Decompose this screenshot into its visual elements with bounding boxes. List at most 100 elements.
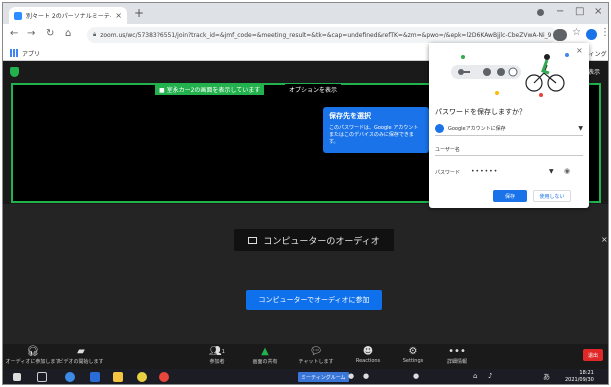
audio-panel-close-icon[interactable]: × [601, 235, 608, 244]
username-label: ユーザー名 [435, 147, 460, 153]
audio-header-label: コンピューターのオーディオ [263, 236, 380, 247]
illus-blue-dot [565, 53, 569, 57]
windows-taskbar: ミーティングルーム ● ● ● ⌂ ♪ あ 18:21 2021/09/30 [3, 369, 608, 384]
minimize-icon[interactable]: − [556, 6, 564, 17]
edge-icon[interactable] [65, 372, 75, 382]
never-save-button[interactable]: 使用しない [533, 190, 571, 202]
settings-control[interactable]: ⚙︎ Settings [388, 345, 438, 364]
tooltip-body: このパスワードは、Google アカウントまたはこのデバイスのみに保存できます。 [329, 125, 419, 145]
save-password-popup: × パスワードを保存しますか？ Googleアカウントに保存 ▼ ユーザー名 パ… [429, 43, 589, 208]
illus-red-dot [539, 93, 543, 97]
close-tab-icon[interactable]: × [115, 11, 122, 20]
window-close-icon[interactable]: × [594, 6, 602, 17]
address-bar[interactable]: 🔒︎ zoom.us/wc/57383?6551/join?track_id=&… [87, 27, 557, 43]
join-audio-control[interactable]: 🎧︎ オーディオに参加します [5, 345, 61, 365]
meeting-controls-bar: 🎧︎ オーディオに参加します ▰ ビデオの開始します 👥︎ 1 参加者 ▲ 画面の… [3, 345, 608, 369]
chat-label: チャットします [298, 359, 334, 365]
reactions-control[interactable]: ☻ Reactions [343, 345, 393, 364]
file-explorer-icon[interactable] [113, 372, 123, 382]
task-view-icon[interactable] [37, 372, 47, 382]
leave-meeting-button[interactable]: 退出 [583, 349, 603, 361]
maximize-icon[interactable]: □ [575, 6, 584, 17]
save-location-value: Googleアカウントに保存 [448, 125, 506, 132]
google-account-icon [435, 123, 444, 133]
illus-dot-1 [483, 68, 491, 76]
sharing-status-label: ■ 室永カー2の画面を表示しています [155, 84, 265, 95]
save-password-button[interactable]: 保存 [493, 190, 527, 202]
lock-icon[interactable]: 🔒︎ [93, 31, 96, 39]
tab-strip: 別々ート 2のパーソナルミーティング ル × + − □ × [3, 3, 608, 24]
view-button[interactable]: 表示 [588, 67, 600, 76]
home-icon[interactable]: ⌂ [65, 28, 71, 39]
more-label: 詳細情報 [446, 359, 467, 365]
tab-search-icon[interactable] [537, 9, 544, 16]
chat-control[interactable]: 💬︎ チャットします [291, 345, 341, 365]
taskbar-zoom-item[interactable]: ミーティングルーム [298, 372, 349, 382]
volume-icon[interactable]: ♪ [488, 372, 492, 380]
share-screen-icon: ▲ [261, 346, 269, 357]
profile-avatar[interactable] [586, 29, 597, 40]
start-video-label: ビデオの開始します [58, 359, 104, 365]
bookmark-star-icon[interactable]: ☆ [572, 27, 581, 38]
chrome-icon[interactable] [159, 372, 169, 382]
illus-rider-head [544, 54, 550, 60]
back-icon[interactable]: ← [10, 28, 18, 39]
share-screen-label: 画面の共有 [252, 359, 278, 365]
password-field[interactable]: •••••• [471, 168, 498, 175]
join-audio-panel: コンピューターのオーディオ × コンピューターでオーディオに参加 [3, 204, 608, 344]
video-off-icon: ▰ [77, 346, 85, 357]
show-password-eye-icon[interactable]: ◉ [564, 167, 570, 175]
password-label: パスワード [435, 170, 461, 176]
new-tab-icon[interactable]: + [134, 6, 144, 20]
browser-window: 別々ート 2のパーソナルミーティング ル × + − □ × ← → ↻ ⌂ 🔒… [2, 2, 609, 385]
apps-grid-icon[interactable] [10, 49, 18, 57]
start-video-control[interactable]: ▰ ビデオの開始します [56, 345, 106, 365]
participants-icon: 👥︎ 1 [209, 346, 225, 357]
zoom-favicon-icon [14, 11, 22, 20]
security-shield-icon[interactable] [10, 67, 19, 77]
url-text[interactable]: zoom.us/wc/57383?6551/join?track_id=&jmf… [100, 32, 551, 39]
maps-icon[interactable] [137, 372, 147, 382]
more-dots-icon: ••• [448, 346, 466, 357]
tray-app-icon-3[interactable]: ● [413, 372, 419, 380]
join-audio-label: オーディオに参加します [5, 359, 61, 365]
audio-tab-header[interactable]: コンピューターのオーディオ [234, 229, 394, 251]
reactions-label: Reactions [355, 358, 381, 364]
share-screen-control[interactable]: ▲ 画面の共有 [240, 345, 290, 365]
network-icon[interactable]: ⌂ [473, 372, 477, 380]
ime-icon[interactable]: あ [543, 372, 550, 382]
participants-count: 1 [221, 348, 225, 355]
browser-tab[interactable]: 別々ート 2のパーソナルミーティング ル × [9, 7, 127, 24]
store-icon[interactable] [90, 372, 100, 382]
popup-close-icon[interactable]: × [576, 46, 583, 55]
reload-icon[interactable]: ↻ [46, 28, 54, 39]
password-illustration [429, 43, 589, 103]
reactions-icon: ☻ [362, 346, 374, 357]
start-icon[interactable] [13, 373, 21, 381]
clock-time: 18:21 [579, 370, 594, 376]
settings-label: Settings [402, 358, 424, 364]
gear-icon: ⚙︎ [408, 346, 418, 357]
password-key-icon[interactable] [553, 29, 567, 41]
forward-icon[interactable]: → [27, 28, 35, 39]
illus-yellow-dot [495, 91, 499, 95]
chevron-down-icon: ▼ [578, 124, 583, 132]
headphone-icon: 🎧︎ [26, 346, 40, 357]
join-computer-audio-button[interactable]: コンピューターでオーディオに参加 [246, 290, 382, 310]
computer-icon [248, 236, 258, 244]
illus-green-dot [461, 55, 465, 59]
tray-app-icon[interactable]: ● [348, 372, 354, 380]
apps-bookmark[interactable]: アプリ [22, 49, 40, 58]
participants-control[interactable]: 👥︎ 1 参加者 [192, 345, 242, 365]
tray-app-icon-2[interactable]: ● [363, 372, 369, 380]
taskbar-clock[interactable]: 18:21 2021/09/30 [565, 370, 594, 384]
view-options-button[interactable]: オプションを表示 [285, 84, 342, 95]
chrome-menu-icon[interactable]: ⋮ [600, 27, 608, 38]
clock-date: 2021/09/30 [565, 377, 594, 383]
password-chevron-down-icon[interactable]: ▼ [549, 168, 554, 175]
popup-title: パスワードを保存しますか？ [435, 108, 526, 116]
more-control[interactable]: ••• 詳細情報 [432, 345, 482, 365]
save-location-select[interactable]: Googleアカウントに保存 ▼ [435, 121, 583, 136]
illus-dot-2 [497, 68, 505, 76]
participants-label: 参加者 [209, 359, 225, 365]
